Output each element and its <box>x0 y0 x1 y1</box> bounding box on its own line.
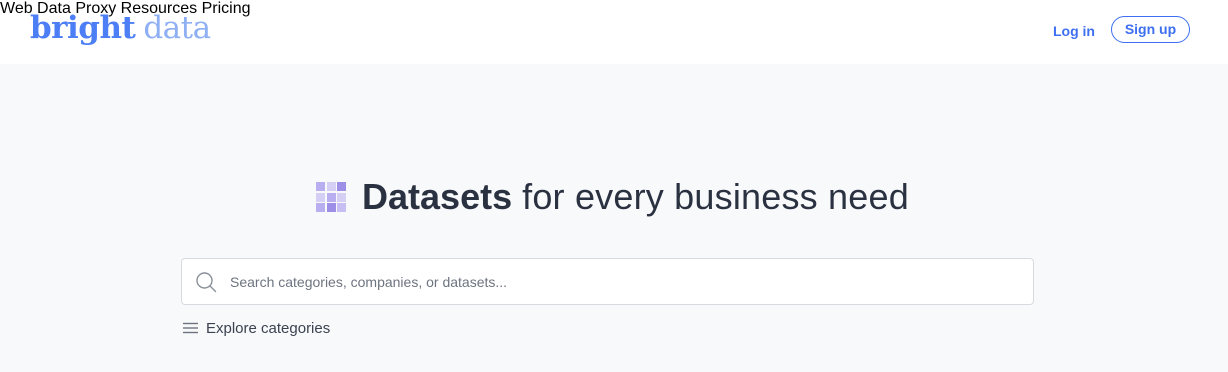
page-title-rest: for every business need <box>522 176 909 217</box>
page-title-strong: Datasets <box>362 176 513 217</box>
login-link[interactable]: Log in <box>1053 0 1095 62</box>
signup-button[interactable]: Sign up <box>1111 16 1190 43</box>
dataset-grid-icon <box>316 182 347 212</box>
explore-categories-button[interactable]: Explore categories <box>183 318 330 338</box>
logo-word-data: data <box>143 10 211 46</box>
logo-word-bright: bright <box>30 10 136 46</box>
explore-categories-label: Explore categories <box>206 319 331 337</box>
top-nav-bar: bright data Web Data Proxy Resources Pri… <box>0 0 1228 64</box>
page-title: Datasets for every business need <box>0 174 1228 220</box>
search-box[interactable] <box>181 258 1034 305</box>
bright-data-logo[interactable]: bright data <box>30 6 211 50</box>
hamburger-menu-icon <box>183 322 198 334</box>
search-icon <box>196 271 217 292</box>
search-input[interactable] <box>230 273 990 290</box>
